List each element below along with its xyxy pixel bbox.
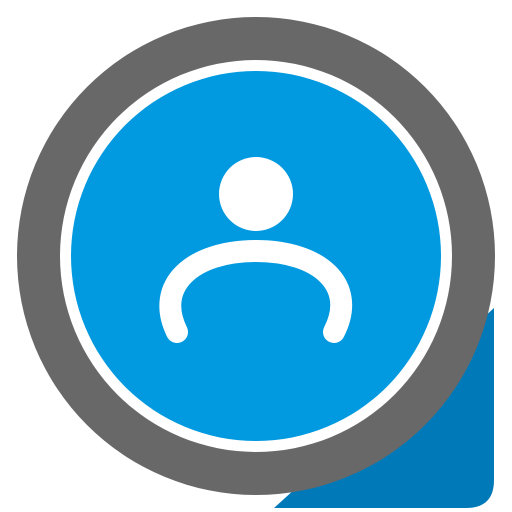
person-head-icon bbox=[219, 157, 293, 231]
user-profile-app-icon[interactable] bbox=[0, 0, 512, 512]
user-profile-icon bbox=[17, 17, 495, 508]
